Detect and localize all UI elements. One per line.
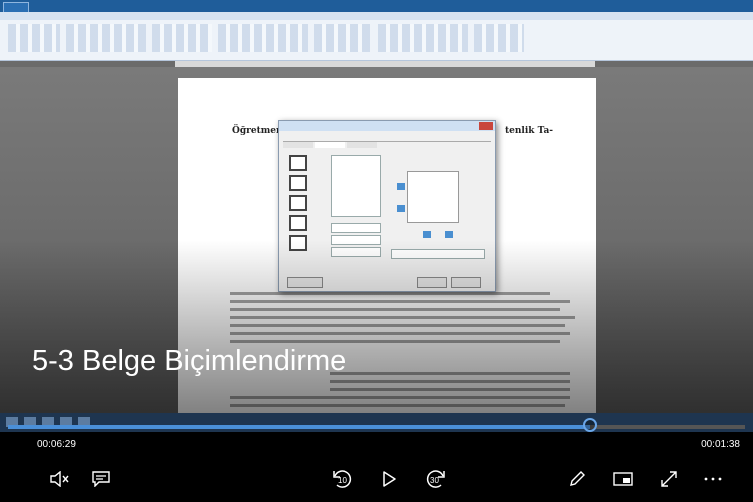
remaining-time: 00:01:38 <box>701 439 740 450</box>
fullscreen-icon <box>660 470 678 488</box>
rewind-10-icon: 10 <box>331 468 353 490</box>
pen-button[interactable] <box>566 468 588 490</box>
video-frame[interactable]: Öğretmen tenlik Ta- 5-3 Belge Biçimlendi… <box>0 0 753 432</box>
play-icon <box>382 471 396 487</box>
video-shade <box>0 240 753 432</box>
seek-bar[interactable] <box>8 418 745 432</box>
more-button[interactable] <box>702 468 724 490</box>
fullscreen-button[interactable] <box>658 468 680 490</box>
more-icon <box>704 477 722 481</box>
mute-button[interactable] <box>48 468 70 490</box>
forward-seconds: 30 <box>430 476 439 485</box>
pen-icon <box>568 470 586 488</box>
word-ribbon-tabs <box>0 12 753 20</box>
video-title: 5-3 Belge Biçimlendirme <box>32 345 347 377</box>
rewind-10-button[interactable]: 10 <box>330 468 354 490</box>
mini-view-icon <box>613 472 633 486</box>
captions-button[interactable] <box>90 468 112 490</box>
rewind-seconds: 10 <box>338 476 347 485</box>
document-heading-right: tenlik Ta- <box>505 126 554 136</box>
play-button[interactable] <box>378 468 400 490</box>
forward-30-button[interactable]: 30 <box>424 468 448 490</box>
current-time: 00:06:29 <box>37 439 76 450</box>
document-heading-left: Öğretmen <box>232 126 283 136</box>
word-ribbon <box>0 20 753 61</box>
captions-icon <box>92 471 110 487</box>
mini-view-button[interactable] <box>612 468 634 490</box>
word-title-bar <box>0 0 753 12</box>
windows-taskbar <box>0 413 753 432</box>
volume-muted-icon <box>49 471 69 487</box>
seek-progress <box>8 425 591 429</box>
forward-30-icon: 30 <box>425 468 447 490</box>
